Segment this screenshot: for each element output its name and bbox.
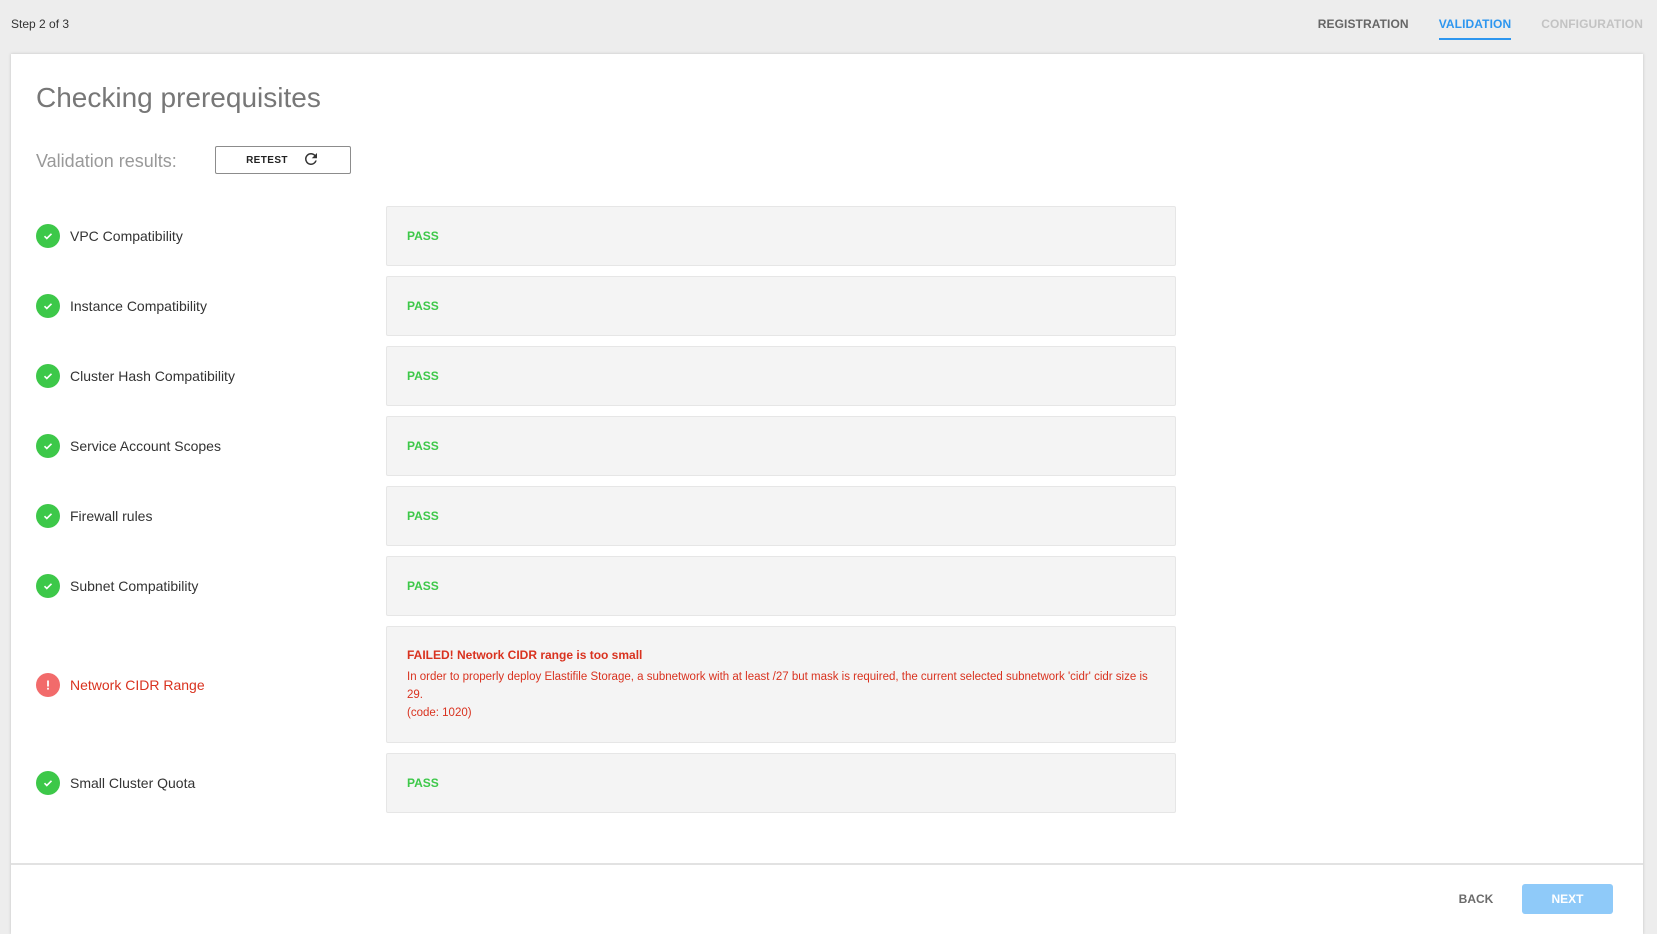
pass-status: PASS bbox=[407, 776, 439, 790]
retest-button[interactable]: RETEST bbox=[215, 146, 351, 174]
check-name: Small Cluster Quota bbox=[70, 775, 196, 791]
result-box: PASS bbox=[386, 753, 1176, 813]
pass-status: PASS bbox=[407, 369, 439, 383]
check-row-instance: Instance Compatibility PASS bbox=[11, 276, 1643, 336]
pass-status: PASS bbox=[407, 229, 439, 243]
error-icon bbox=[36, 672, 60, 697]
page-title: Checking prerequisites bbox=[36, 82, 321, 113]
result-box: PASS bbox=[386, 416, 1176, 476]
check-circle-icon bbox=[36, 224, 60, 248]
check-name: Firewall rules bbox=[70, 508, 153, 524]
step-indicator: Step 2 of 3 bbox=[11, 17, 70, 31]
refresh-icon bbox=[302, 150, 320, 171]
next-button[interactable]: NEXT bbox=[1522, 884, 1613, 914]
checks-list: VPC Compatibility PASS Instance Compatib… bbox=[11, 206, 1643, 823]
check-name: Instance Compatibility bbox=[70, 298, 207, 314]
tab-validation[interactable]: VALIDATION bbox=[1438, 0, 1512, 54]
validation-results-label: Validation results: bbox=[36, 151, 177, 171]
check-circle-icon bbox=[36, 364, 60, 388]
pass-status: PASS bbox=[407, 299, 439, 313]
check-row-firewall: Firewall rules PASS bbox=[11, 486, 1643, 546]
back-button[interactable]: BACK bbox=[1446, 884, 1506, 914]
top-bar: Step 2 of 3 REGISTRATION VALIDATION CONF… bbox=[0, 0, 1657, 54]
fail-code: (code: 1020) bbox=[407, 707, 472, 719]
check-circle-icon bbox=[36, 504, 60, 528]
pass-status: PASS bbox=[407, 439, 439, 453]
pass-status: PASS bbox=[407, 579, 439, 593]
fail-status: FAILED! Network CIDR range is too small bbox=[407, 648, 643, 662]
check-name: Service Account Scopes bbox=[70, 438, 221, 454]
tab-configuration: CONFIGURATION bbox=[1541, 17, 1643, 31]
tab-registration[interactable]: REGISTRATION bbox=[1318, 0, 1409, 54]
fail-message: In order to properly deploy Elastifile S… bbox=[407, 671, 1148, 701]
check-circle-icon bbox=[36, 434, 60, 458]
check-circle-icon bbox=[36, 771, 60, 795]
check-name: Network CIDR Range bbox=[70, 676, 205, 693]
result-box: PASS bbox=[386, 556, 1176, 616]
check-name: Subnet Compatibility bbox=[70, 578, 199, 594]
footer-divider bbox=[11, 863, 1643, 865]
check-circle-icon bbox=[36, 574, 60, 598]
result-box: PASS bbox=[386, 206, 1176, 266]
retest-label: RETEST bbox=[246, 154, 288, 166]
check-row-vpc: VPC Compatibility PASS bbox=[11, 206, 1643, 266]
check-name: Cluster Hash Compatibility bbox=[70, 368, 235, 384]
check-name: VPC Compatibility bbox=[70, 228, 183, 244]
check-circle-icon bbox=[36, 294, 60, 318]
check-row-subnet: Subnet Compatibility PASS bbox=[11, 556, 1643, 616]
check-row-cluster-hash: Cluster Hash Compatibility PASS bbox=[11, 346, 1643, 406]
check-row-network-cidr: Network CIDR Range FAILED! Network CIDR … bbox=[11, 626, 1643, 743]
result-box: PASS bbox=[386, 276, 1176, 336]
result-box: PASS bbox=[386, 346, 1176, 406]
result-box: FAILED! Network CIDR range is too small … bbox=[386, 626, 1176, 743]
pass-status: PASS bbox=[407, 509, 439, 523]
result-box: PASS bbox=[386, 486, 1176, 546]
check-row-service-account: Service Account Scopes PASS bbox=[11, 416, 1643, 476]
validation-card: Checking prerequisites Validation result… bbox=[11, 54, 1643, 934]
wizard-steps: REGISTRATION VALIDATION CONFIGURATION bbox=[1288, 0, 1643, 54]
check-row-small-cluster-quota: Small Cluster Quota PASS bbox=[11, 753, 1643, 813]
